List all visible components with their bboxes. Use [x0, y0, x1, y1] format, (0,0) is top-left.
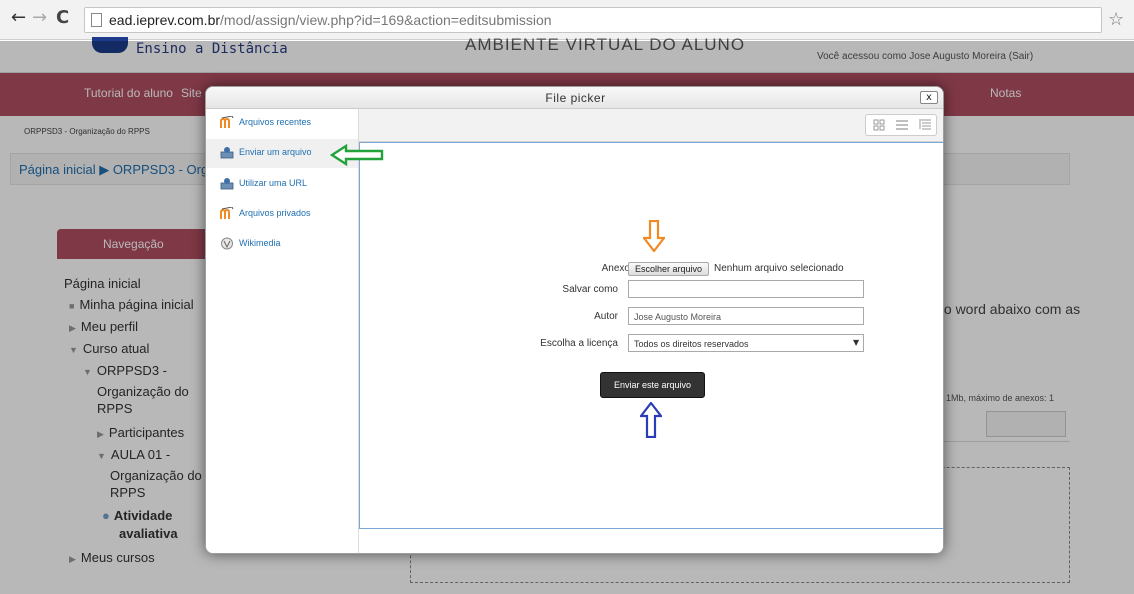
green-left-arrow-icon: [330, 144, 384, 166]
sidebar-label: Utilizar uma URL: [239, 178, 308, 188]
wikimedia-icon: [221, 237, 233, 250]
bookmark-star-icon[interactable]: ☆: [1108, 9, 1124, 30]
license-value: Todos os direitos reservados: [634, 339, 749, 349]
list-view-icon[interactable]: [891, 117, 913, 133]
upload-icon: [220, 147, 234, 159]
file-picker-dialog: File picker x Arquivos recentes Enviar u…: [205, 86, 944, 554]
back-arrow-icon[interactable]: ←: [11, 8, 26, 28]
sidebar-item-private-files[interactable]: Arquivos privados: [206, 200, 358, 229]
dialog-header: File picker x: [206, 87, 943, 109]
author-label: Autor: [594, 311, 618, 322]
upload-file-button[interactable]: Enviar este arquivo: [600, 372, 705, 398]
forward-arrow-icon[interactable]: →: [32, 8, 47, 28]
moodle-icon: [220, 207, 234, 219]
save-as-label: Salvar como: [562, 284, 618, 295]
sidebar-label: Arquivos privados: [239, 208, 311, 218]
orange-down-arrow-icon: [643, 220, 665, 252]
sidebar-label: Arquivos recentes: [239, 117, 312, 127]
close-icon[interactable]: x: [920, 91, 938, 104]
anexo-label: Anexo: [601, 263, 630, 274]
sidebar-item-wikimedia[interactable]: Wikimedia: [206, 230, 358, 259]
repository-sidebar: Arquivos recentes Enviar um arquivo Util…: [206, 109, 359, 553]
dropdown-arrow-icon: ▼: [853, 338, 860, 347]
author-input[interactable]: Jose Augusto Moreira: [628, 307, 864, 325]
url-text: ead.ieprev.com.br/mod/assign/view.php?id…: [109, 12, 552, 28]
view-mode-buttons: [865, 114, 937, 136]
save-as-input[interactable]: [628, 280, 864, 298]
author-value: Jose Augusto Moreira: [634, 312, 722, 322]
moodle-icon: [220, 116, 234, 128]
picker-toolbar: [359, 109, 943, 142]
no-file-selected-text: Nenhum arquivo selecionado: [714, 263, 844, 274]
sidebar-label: Enviar um arquivo: [239, 147, 312, 157]
reload-icon[interactable]: C: [56, 8, 69, 28]
license-select[interactable]: Todos os direitos reservados ▼: [628, 334, 864, 352]
sidebar-item-url[interactable]: Utilizar uma URL: [206, 170, 358, 199]
tree-view-icon[interactable]: [914, 117, 936, 133]
sidebar-item-recent-files[interactable]: Arquivos recentes: [206, 109, 358, 138]
page-icon: [91, 13, 102, 27]
dialog-footer: [359, 529, 943, 553]
license-label: Escolha a licença: [540, 338, 618, 349]
dialog-title: File picker: [545, 91, 606, 105]
sidebar-label: Wikimedia: [239, 238, 281, 248]
choose-file-button[interactable]: Escolher arquivo: [628, 262, 709, 276]
address-bar[interactable]: ead.ieprev.com.br/mod/assign/view.php?id…: [84, 7, 1102, 33]
icon-view-icon[interactable]: [868, 117, 890, 133]
browser-toolbar: ← → C ead.ieprev.com.br/mod/assign/view.…: [0, 0, 1134, 40]
blue-up-arrow-icon: [640, 402, 662, 438]
url-icon: [220, 178, 234, 190]
upload-form-panel: Anexo Escolher arquivo Nenhum arquivo se…: [359, 142, 943, 529]
